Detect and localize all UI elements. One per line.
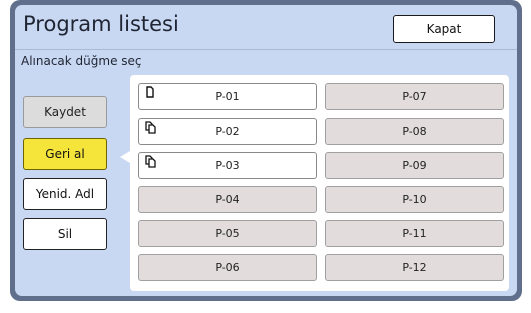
program-slot-p03[interactable]: P-03 — [138, 152, 317, 179]
dialog-frame: Program listesi Kapat Alınacak düğme seç… — [10, 0, 522, 301]
program-label: P-03 — [215, 159, 240, 172]
program-label: P-10 — [402, 193, 427, 206]
program-slot-p11[interactable]: P-11 — [325, 220, 504, 247]
program-slot-p12[interactable]: P-12 — [325, 254, 504, 281]
program-slot-p08[interactable]: P-08 — [325, 118, 504, 145]
program-slot-p06[interactable]: P-06 — [138, 254, 317, 281]
program-slot-p04[interactable]: P-04 — [138, 186, 317, 213]
close-button[interactable]: Kapat — [393, 15, 495, 43]
multi-page-icon — [145, 155, 156, 168]
save-button[interactable]: Kaydet — [23, 96, 107, 128]
program-slot-p01[interactable]: P-01 — [138, 83, 317, 110]
program-label: P-05 — [215, 227, 240, 240]
program-slot-p10[interactable]: P-10 — [325, 186, 504, 213]
program-label: P-07 — [402, 90, 427, 103]
program-label: P-09 — [402, 159, 427, 172]
program-label: P-04 — [215, 193, 240, 206]
header-divider — [15, 49, 517, 50]
delete-button[interactable]: Sil — [23, 218, 107, 250]
program-label: P-02 — [215, 125, 240, 138]
program-slot-p02[interactable]: P-02 — [138, 118, 317, 145]
program-label: P-08 — [402, 125, 427, 138]
selection-pointer — [120, 151, 130, 163]
program-label: P-06 — [215, 261, 240, 274]
program-label: P-12 — [402, 261, 427, 274]
rename-button[interactable]: Yenid. Adl — [23, 178, 107, 210]
dialog-panel: Program listesi Kapat Alınacak düğme seç… — [15, 5, 517, 296]
dialog-title: Program listesi — [23, 12, 179, 36]
undo-button[interactable]: Geri al — [23, 138, 107, 170]
program-label: P-11 — [402, 227, 427, 240]
program-label: P-01 — [215, 90, 240, 103]
multi-page-icon — [145, 121, 156, 134]
single-page-icon — [146, 86, 154, 98]
instruction-text: Alınacak düğme seç — [21, 54, 142, 68]
program-slot-p05[interactable]: P-05 — [138, 220, 317, 247]
program-slot-p09[interactable]: P-09 — [325, 152, 504, 179]
program-slot-p07[interactable]: P-07 — [325, 83, 504, 110]
